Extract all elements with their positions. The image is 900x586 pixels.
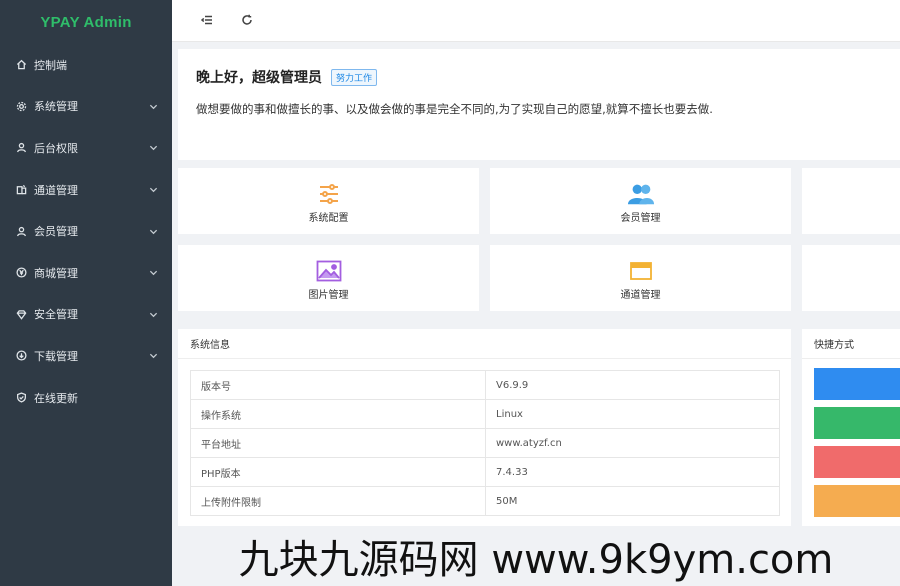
panel-title: 系统信息 — [178, 329, 791, 359]
sidebar-item-label: 安全管理 — [34, 308, 78, 322]
shortcut-card-members[interactable]: 会员管理 — [490, 168, 791, 234]
table-cell-value: www.atyzf.cn — [485, 428, 780, 458]
chevron-down-icon — [149, 185, 158, 194]
download-icon — [15, 350, 27, 362]
user-icon — [15, 225, 27, 237]
chevron-down-icon — [149, 268, 158, 277]
refresh-icon[interactable] — [239, 12, 255, 28]
sidebar-item-label: 商城管理 — [34, 266, 78, 280]
sidebar-item-online-update[interactable]: 在线更新 — [0, 377, 172, 419]
status-badge: 努力工作 — [331, 68, 378, 86]
home-icon — [15, 59, 27, 71]
brand-title[interactable]: YPAY Admin — [0, 0, 172, 44]
shortcut-card-system-config[interactable]: 系统配置 — [178, 168, 479, 234]
table-cell-value: Linux — [485, 399, 780, 429]
channel-icon — [15, 184, 27, 196]
quick-link-button[interactable] — [814, 485, 900, 517]
table-cell-key: 平台地址 — [190, 428, 486, 458]
users-icon — [627, 182, 655, 206]
sidebar-item-label: 在线更新 — [34, 391, 78, 405]
system-info-panel: 系统信息 版本号 V6.9.9 操作系统 Linux 平台地址 www.atyz… — [178, 329, 791, 526]
table-cell-value: 50M — [485, 486, 780, 516]
shortcut-label: 系统配置 — [308, 213, 349, 224]
sidebar-item-label: 会员管理 — [34, 225, 78, 239]
table-cell-key: 上传附件限制 — [190, 486, 486, 516]
gear-icon — [15, 100, 27, 112]
sliders-icon — [315, 182, 343, 206]
table-row: 平台地址 www.atyzf.cn — [190, 428, 780, 458]
sidebar-item-label: 控制端 — [34, 58, 67, 72]
sidebar-item-dashboard[interactable]: 控制端 — [0, 44, 172, 86]
sidebar-item-system[interactable]: 系统管理 — [0, 86, 172, 128]
diamond-icon — [15, 308, 27, 320]
quick-link-button[interactable] — [814, 446, 900, 478]
quick-link-button[interactable] — [814, 368, 900, 400]
shortcut-label: 通道管理 — [620, 290, 661, 301]
sidebar-item-label: 系统管理 — [34, 100, 78, 114]
shield-check-icon — [15, 392, 27, 404]
system-info-table: 版本号 V6.9.9 操作系统 Linux 平台地址 www.atyzf.cn … — [190, 370, 780, 516]
sidebar-item-downloads[interactable]: 下载管理 — [0, 335, 172, 377]
chevron-down-icon — [149, 227, 158, 236]
sidebar: YPAY Admin 控制端 系统管理 后台权限 通道管理 会员管理 商城管理 … — [0, 0, 172, 586]
menu-fold-icon[interactable] — [199, 12, 215, 28]
sidebar-item-label: 下载管理 — [34, 349, 78, 363]
table-cell-value: V6.9.9 — [485, 370, 780, 400]
table-row: 上传附件限制 50M — [190, 486, 780, 516]
sidebar-item-label: 后台权限 — [34, 141, 78, 155]
quick-links-panel: 快捷方式 — [802, 329, 900, 526]
shortcut-card-partial[interactable] — [802, 168, 900, 234]
chevron-down-icon — [149, 310, 158, 319]
table-row: 操作系统 Linux — [190, 399, 780, 429]
table-cell-value: 7.4.33 — [485, 457, 780, 487]
greeting-text: 晚上好，超级管理员 — [196, 70, 322, 86]
chevron-down-icon — [149, 143, 158, 152]
shortcut-label: 图片管理 — [308, 290, 349, 301]
table-cell-key: 版本号 — [190, 370, 486, 400]
shortcut-card-partial[interactable] — [802, 245, 900, 311]
yen-icon — [15, 267, 27, 279]
shortcut-card-images[interactable]: 图片管理 — [178, 245, 479, 311]
sidebar-item-members[interactable]: 会员管理 — [0, 210, 172, 252]
chevron-down-icon — [149, 351, 158, 360]
motto-text: 做想要做的事和做擅长的事、以及做会做的事是完全不同的,为了实现自己的愿望,就算不… — [196, 102, 713, 116]
sidebar-item-shop[interactable]: 商城管理 — [0, 252, 172, 294]
sidebar-item-permissions[interactable]: 后台权限 — [0, 127, 172, 169]
watermark-text: 九块九源码网 www.9k9ym.com — [172, 526, 900, 586]
sidebar-item-channels[interactable]: 通道管理 — [0, 169, 172, 211]
table-row: PHP版本 7.4.33 — [190, 457, 780, 487]
user-icon — [15, 142, 27, 154]
topbar — [172, 0, 900, 42]
image-icon — [315, 259, 343, 283]
chevron-down-icon — [149, 102, 158, 111]
sidebar-item-label: 通道管理 — [34, 183, 78, 197]
shortcut-card-channels[interactable]: 通道管理 — [490, 245, 791, 311]
sidebar-item-security[interactable]: 安全管理 — [0, 294, 172, 336]
welcome-panel: 晚上好，超级管理员 努力工作 做想要做的事和做擅长的事、以及做会做的事是完全不同… — [178, 49, 900, 160]
panel-title: 快捷方式 — [802, 329, 900, 359]
shortcut-label: 会员管理 — [620, 213, 661, 224]
table-cell-key: PHP版本 — [190, 457, 486, 487]
window-icon — [627, 259, 655, 283]
table-row: 版本号 V6.9.9 — [190, 370, 780, 400]
quick-link-button[interactable] — [814, 407, 900, 439]
table-cell-key: 操作系统 — [190, 399, 486, 429]
